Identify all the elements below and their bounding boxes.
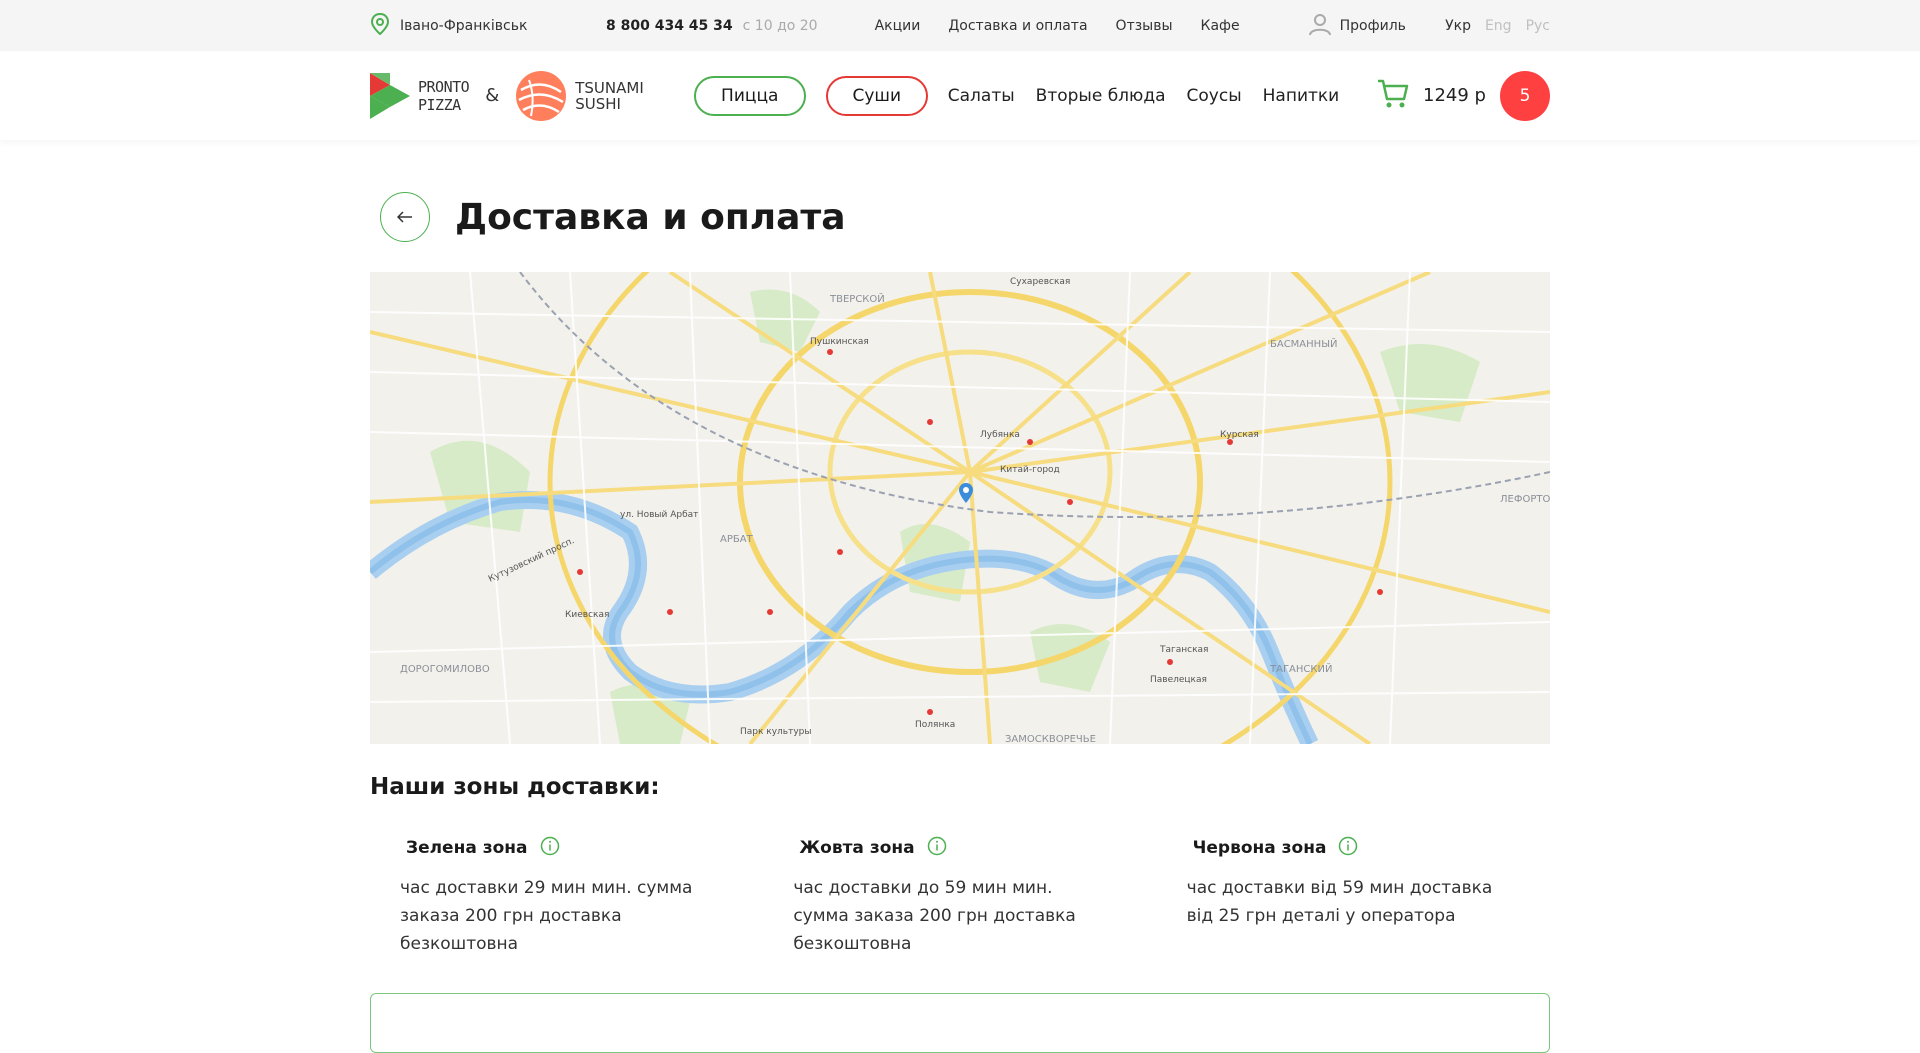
svg-text:Лубянка: Лубянка — [980, 430, 1020, 440]
cart-count-badge[interactable]: 5 — [1500, 70, 1550, 121]
category-salads[interactable]: Салаты — [948, 86, 1015, 106]
zone-description: час доставки від 59 мин доставка від 25 … — [1186, 878, 1493, 926]
tsunami-sushi-logo[interactable]: TSUNAMI SUSHI — [515, 70, 644, 122]
category-main-dishes[interactable]: Вторые блюда — [1036, 86, 1166, 106]
svg-text:Сухаревская: Сухаревская — [1010, 277, 1070, 287]
profile-label: Профиль — [1339, 17, 1406, 34]
svg-text:ТАГАНСКИЙ: ТАГАНСКИЙ — [1269, 662, 1332, 675]
top-nav: Акции Доставка и оплата Отзывы Кафе — [875, 18, 1240, 34]
svg-text:Парк культуры: Парк культуры — [740, 727, 812, 737]
salmon-logo-icon — [516, 70, 567, 121]
map-label: ТВЕРСКОЙ — [829, 292, 885, 305]
zone-description: час доставки до 59 мин мин. сумма заказа… — [793, 878, 1076, 954]
svg-text:Киевская: Киевская — [565, 610, 609, 620]
sushi-button[interactable]: Суши — [825, 75, 928, 116]
svg-text:Павелецкая: Павелецкая — [1150, 675, 1207, 685]
city-name: Івано-Франківськ — [400, 17, 528, 34]
nav-reviews[interactable]: Отзывы — [1116, 18, 1173, 34]
zone-name: Жовта зона — [799, 838, 915, 858]
lang-eng[interactable]: Eng — [1485, 18, 1512, 34]
map-marker-icon[interactable] — [958, 482, 974, 504]
page-title: Доставка и оплата — [455, 196, 846, 238]
pizza-button[interactable]: Пицца — [693, 75, 806, 116]
zone-description: час доставки 29 мин мин. сумма заказа 20… — [400, 878, 693, 954]
user-icon — [1308, 12, 1332, 40]
delivery-map[interactable]: ТВЕРСКОЙ БАСМАННЫЙ АРБАТ ТАГАНСКИЙ ДОРОГ… — [370, 272, 1550, 744]
language-switcher: Укр Eng Рус — [1445, 18, 1550, 34]
main-header: PRONTO PIZZA & TSUNAMI SUSHI Пицца Суши … — [0, 51, 1920, 140]
top-bar: Івано-Франківськ 8 800 434 45 34 с 10 до… — [0, 0, 1920, 51]
svg-text:ул. Новый Арбат: ул. Новый Арбат — [620, 510, 698, 520]
svg-text:ДОРОГОМИЛОВО: ДОРОГОМИЛОВО — [400, 664, 490, 675]
category-nav: Пицца Суши Салаты Вторые блюда Соусы Нап… — [693, 75, 1360, 116]
back-button[interactable] — [380, 192, 430, 242]
pronto-logo-icon — [370, 72, 410, 119]
cart-total: 1249 р — [1423, 85, 1486, 106]
zone-name: Червона зона — [1192, 838, 1327, 858]
main-content: Доставка и оплата ТВЕРСКОЙ БАСМАННЫЙ АРБ… — [370, 192, 1550, 958]
profile-link[interactable]: Профиль — [1308, 12, 1406, 40]
city-selector[interactable]: Івано-Франківськ — [370, 12, 606, 39]
category-sauces[interactable]: Соусы — [1187, 86, 1242, 106]
nav-promotions[interactable]: Акции — [875, 18, 921, 34]
map-canvas: ТВЕРСКОЙ БАСМАННЫЙ АРБАТ ТАГАНСКИЙ ДОРОГ… — [370, 272, 1550, 744]
zones-list: Зелена зона час доставки 29 мин мин. сум… — [370, 836, 1550, 958]
info-icon[interactable] — [927, 836, 947, 860]
svg-text:Полянка: Полянка — [915, 720, 955, 730]
pizza-text: PIZZA — [418, 95, 461, 114]
working-hours: с 10 до 20 — [742, 17, 818, 34]
svg-text:ЗАМОСКВОРЕЧЬЕ: ЗАМОСКВОРЕЧЬЕ — [1005, 734, 1096, 744]
svg-text:ЛЕФОРТОВО: ЛЕФОРТОВО — [1500, 494, 1550, 505]
svg-text:АРБАТ: АРБАТ — [720, 534, 754, 545]
pronto-text: PRONTO — [418, 77, 470, 96]
nav-delivery[interactable]: Доставка и оплата — [948, 18, 1087, 34]
svg-text:Курская: Курская — [1220, 430, 1259, 440]
svg-text:БАСМАННЫЙ: БАСМАННЫЙ — [1270, 337, 1338, 350]
cart[interactable]: 1249 р 5 — [1377, 70, 1550, 121]
nav-cafe[interactable]: Кафе — [1201, 18, 1240, 34]
location-pin-icon — [370, 12, 390, 39]
info-panel — [370, 993, 1550, 1053]
svg-text:Таганская: Таганская — [1159, 645, 1208, 655]
zones-title: Наши зоны доставки: — [370, 774, 660, 800]
svg-text:Пушкинская: Пушкинская — [810, 337, 869, 347]
arrow-left-icon — [396, 208, 413, 227]
info-icon[interactable] — [1338, 836, 1358, 860]
sushi-text: SUSHI — [575, 94, 621, 113]
pronto-pizza-logo[interactable]: PRONTO PIZZA — [370, 72, 470, 119]
phone-number[interactable]: 8 800 434 45 34 — [606, 18, 733, 34]
svg-text:Китай-город: Китай-город — [1000, 465, 1060, 475]
lang-rus[interactable]: Рус — [1526, 18, 1550, 34]
cart-icon — [1377, 79, 1409, 113]
info-icon[interactable] — [540, 836, 560, 860]
category-drinks[interactable]: Напитки — [1263, 86, 1340, 106]
zone-yellow: Жовта зона час доставки до 59 мин мин. с… — [763, 836, 1156, 958]
zone-name: Зелена зона — [406, 838, 528, 858]
lang-ukr[interactable]: Укр — [1445, 18, 1471, 34]
tsunami-text: TSUNAMI — [575, 78, 644, 97]
zone-red: Червона зона час доставки від 59 мин дос… — [1157, 836, 1550, 958]
logo-separator: & — [485, 85, 500, 106]
zone-green: Зелена зона час доставки 29 мин мин. сум… — [370, 836, 763, 958]
